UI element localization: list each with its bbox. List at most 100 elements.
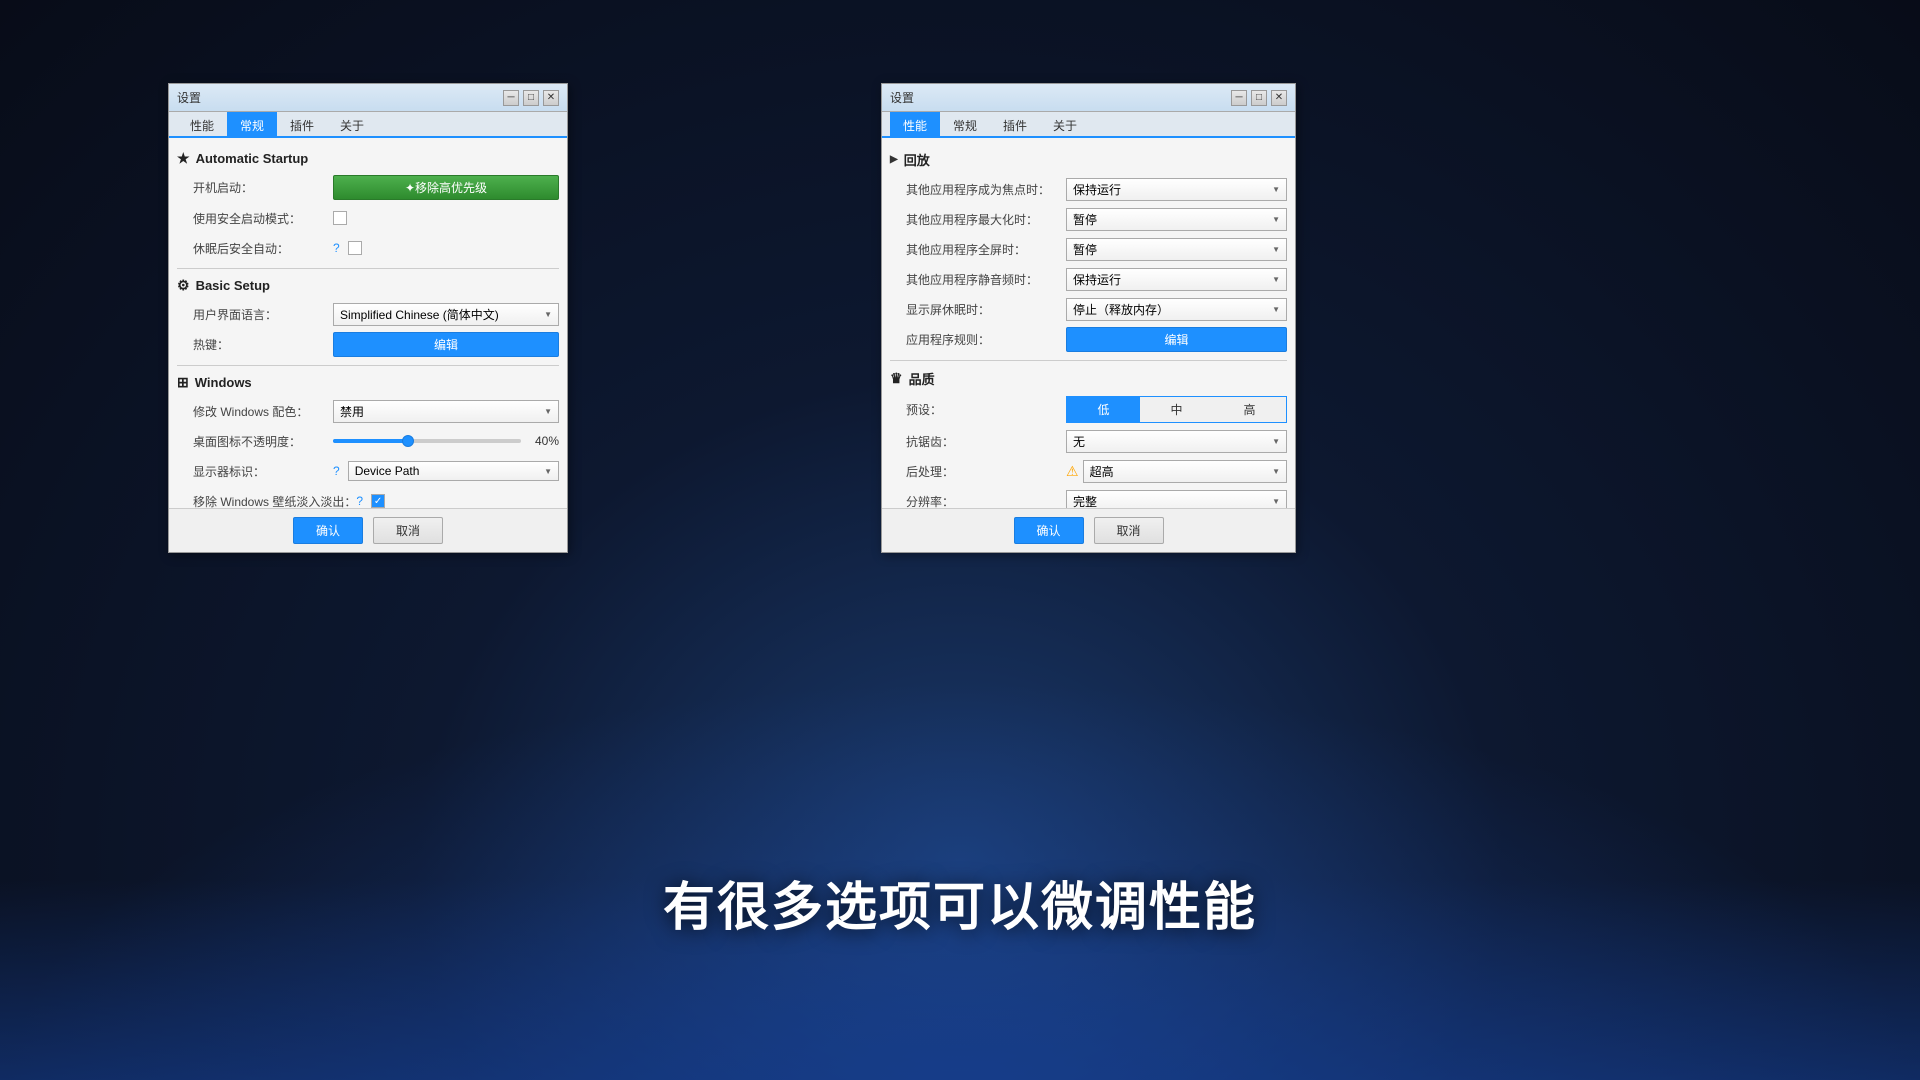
maximize-select[interactable]: 暂停 ▼ (1066, 208, 1287, 231)
mute-select[interactable]: 保持运行 ▼ (1066, 268, 1287, 291)
label-postprocessing: 后处理： (906, 463, 1066, 480)
label-fullscreen: 其他应用程序全屏时： (906, 241, 1066, 258)
postprocessing-select[interactable]: 超高 ▼ (1083, 460, 1287, 483)
row-app-rules: 应用程序规则： 编辑 (890, 327, 1287, 352)
right-close-button[interactable]: ✕ (1271, 90, 1287, 106)
focus-value: 保持运行 (1073, 181, 1121, 198)
resolution-arrow-icon: ▼ (1272, 497, 1280, 506)
label-monitor-id: 显示器标识： (193, 463, 333, 480)
postprocessing-control: ⚠ 超高 ▼ (1066, 460, 1287, 483)
row-color-scheme: 修改 Windows 配色： 禁用 ▼ (177, 399, 559, 423)
left-dialog-titlebar: 设置 ─ □ ✕ (169, 84, 567, 112)
fullscreen-control: 暂停 ▼ (1066, 238, 1287, 261)
minimize-button[interactable]: ─ (503, 90, 519, 106)
safe-mode-control (333, 211, 559, 225)
focus-control: 保持运行 ▼ (1066, 178, 1287, 201)
wallpaper-fade-checkbox[interactable] (371, 494, 385, 508)
screen-sleep-select[interactable]: 停止（释放内存） ▼ (1066, 298, 1287, 321)
quality-mid-button[interactable]: 中 (1140, 397, 1213, 422)
right-minimize-button[interactable]: ─ (1231, 90, 1247, 106)
tab-performance-left[interactable]: 性能 (177, 112, 227, 138)
edit-hotkey-button[interactable]: 编辑 (333, 332, 559, 357)
row-hotkey: 热键： 编辑 (177, 332, 559, 357)
edit-rules-button[interactable]: 编辑 (1066, 327, 1287, 352)
section-playback-label: 回放 (904, 150, 930, 169)
maximize-control: 暂停 ▼ (1066, 208, 1287, 231)
label-color-scheme: 修改 Windows 配色： (193, 403, 333, 420)
right-dialog-title: 设置 (890, 89, 914, 106)
label-icon-opacity: 桌面图标不透明度： (193, 433, 333, 450)
row-sleep-safe: 休眠后安全自动： ? (177, 236, 559, 260)
row-autostart: 开机启动： ✦移除高优先级 (177, 175, 559, 200)
left-confirm-button[interactable]: 确认 (293, 517, 363, 544)
section-windows: ⊞ Windows (177, 374, 559, 391)
opacity-control: 40% (333, 434, 559, 448)
right-maximize-button[interactable]: □ (1251, 90, 1267, 106)
left-dialog-footer: 确认 取消 (169, 508, 567, 552)
left-cancel-button[interactable]: 取消 (373, 517, 443, 544)
sleep-safe-checkbox[interactable] (348, 241, 362, 255)
tab-about-left[interactable]: 关于 (327, 112, 377, 138)
quality-high-button[interactable]: 高 (1213, 397, 1286, 422)
monitor-id-value: Device Path (355, 464, 420, 478)
row-maximize: 其他应用程序最大化时： 暂停 ▼ (890, 207, 1287, 231)
color-scheme-control: 禁用 ▼ (333, 400, 559, 423)
close-button[interactable]: ✕ (543, 90, 559, 106)
tab-performance-right[interactable]: 性能 (890, 112, 940, 138)
divider-2 (177, 365, 559, 366)
resolution-select[interactable]: 完整 ▼ (1066, 490, 1287, 509)
quality-low-button[interactable]: 低 (1067, 397, 1140, 422)
color-scheme-arrow-icon: ▼ (544, 407, 552, 416)
remove-priority-button[interactable]: ✦移除高优先级 (333, 175, 559, 200)
section-startup-label: Automatic Startup (196, 151, 309, 166)
help-icon-monitor[interactable]: ? (333, 464, 340, 478)
tab-plugins-right[interactable]: 插件 (990, 112, 1040, 138)
antialiasing-control: 无 ▼ (1066, 430, 1287, 453)
quality-icon: ♛ (890, 370, 903, 387)
label-focus: 其他应用程序成为焦点时： (906, 181, 1066, 198)
quality-button-group: 低 中 高 (1066, 396, 1287, 423)
tab-general-left[interactable]: 常规 (227, 112, 277, 138)
right-dialog-titlebar: 设置 ─ □ ✕ (882, 84, 1295, 112)
color-scheme-select[interactable]: 禁用 ▼ (333, 400, 559, 423)
wallpaper-fade-control: ? (356, 494, 559, 508)
row-fullscreen: 其他应用程序全屏时： 暂停 ▼ (890, 237, 1287, 261)
screen-sleep-value: 停止（释放内存） (1073, 301, 1169, 318)
playback-arrow-icon: ▶ (890, 154, 898, 165)
focus-select[interactable]: 保持运行 ▼ (1066, 178, 1287, 201)
label-resolution: 分辨率： (906, 493, 1066, 509)
right-cancel-button[interactable]: 取消 (1094, 517, 1164, 544)
fullscreen-select[interactable]: 暂停 ▼ (1066, 238, 1287, 261)
row-wallpaper-fade: 移除 Windows 壁纸淡入淡出： ? (177, 489, 559, 508)
divider-1 (177, 268, 559, 269)
right-title-buttons: ─ □ ✕ (1231, 90, 1287, 106)
tab-plugins-left[interactable]: 插件 (277, 112, 327, 138)
tab-general-right[interactable]: 常规 (940, 112, 990, 138)
antialiasing-value: 无 (1073, 433, 1085, 450)
left-title-buttons: ─ □ ✕ (503, 90, 559, 106)
language-control: Simplified Chinese (简体中文) ▼ (333, 303, 559, 326)
screen-sleep-arrow-icon: ▼ (1272, 305, 1280, 314)
monitor-id-select[interactable]: Device Path ▼ (348, 461, 559, 481)
row-screen-sleep: 显示屏休眠时： 停止（释放内存） ▼ (890, 297, 1287, 321)
safe-mode-checkbox[interactable] (333, 211, 347, 225)
language-arrow-icon: ▼ (544, 310, 552, 319)
help-icon-sleep[interactable]: ? (333, 241, 340, 255)
label-language: 用户界面语言： (193, 306, 333, 323)
autostart-control: ✦移除高优先级 (333, 175, 559, 200)
right-confirm-button[interactable]: 确认 (1014, 517, 1084, 544)
opacity-slider-thumb[interactable] (402, 435, 414, 447)
setup-icon: ⚙ (177, 277, 190, 294)
maximize-button[interactable]: □ (523, 90, 539, 106)
startup-icon: ★ (177, 150, 190, 167)
row-icon-opacity: 桌面图标不透明度： 40% (177, 429, 559, 453)
section-basic-setup: ⚙ Basic Setup (177, 277, 559, 294)
help-icon-wallpaper[interactable]: ? (356, 494, 363, 508)
language-select[interactable]: Simplified Chinese (简体中文) ▼ (333, 303, 559, 326)
warning-icon: ⚠ (1066, 463, 1079, 480)
label-maximize: 其他应用程序最大化时： (906, 211, 1066, 228)
antialiasing-select[interactable]: 无 ▼ (1066, 430, 1287, 453)
section-windows-label: Windows (195, 375, 252, 390)
left-dialog: 设置 ─ □ ✕ 性能 常规 插件 关于 ★ Automatic Startup… (168, 83, 568, 553)
tab-about-right[interactable]: 关于 (1040, 112, 1090, 138)
